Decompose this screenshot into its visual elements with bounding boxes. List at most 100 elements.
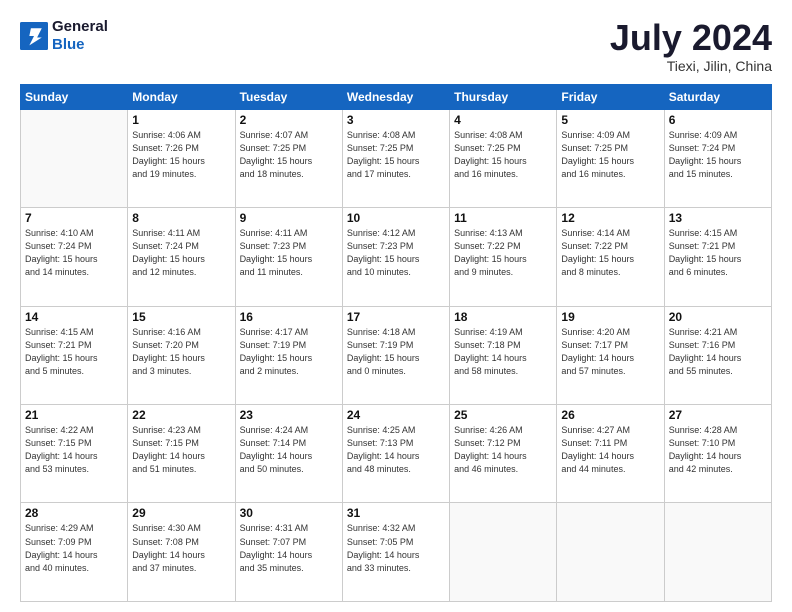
day-info: Sunrise: 4:31 AMSunset: 7:07 PMDaylight:… <box>240 522 338 574</box>
page: General Blue July 2024 Tiexi, Jilin, Chi… <box>0 0 792 612</box>
calendar-cell: 15 Sunrise: 4:16 AMSunset: 7:20 PMDayligh… <box>128 306 235 404</box>
weekday-header-cell: Sunday <box>21 84 128 109</box>
day-info: Sunrise: 4:29 AMSunset: 7:09 PMDaylight:… <box>25 522 123 574</box>
day-number: 22 <box>132 408 230 422</box>
day-number: 27 <box>669 408 767 422</box>
calendar-cell: 3 Sunrise: 4:08 AMSunset: 7:25 PMDaylight… <box>342 109 449 207</box>
calendar-cell: 30 Sunrise: 4:31 AMSunset: 7:07 PMDayligh… <box>235 503 342 602</box>
calendar-row: 1 Sunrise: 4:06 AMSunset: 7:26 PMDaylight… <box>21 109 772 207</box>
day-number: 30 <box>240 506 338 520</box>
day-number: 19 <box>561 310 659 324</box>
day-number: 29 <box>132 506 230 520</box>
day-number: 2 <box>240 113 338 127</box>
calendar-cell: 2 Sunrise: 4:07 AMSunset: 7:25 PMDaylight… <box>235 109 342 207</box>
day-info: Sunrise: 4:28 AMSunset: 7:10 PMDaylight:… <box>669 424 767 476</box>
calendar-cell: 31 Sunrise: 4:32 AMSunset: 7:05 PMDayligh… <box>342 503 449 602</box>
calendar-cell: 6 Sunrise: 4:09 AMSunset: 7:24 PMDaylight… <box>664 109 771 207</box>
day-number: 8 <box>132 211 230 225</box>
day-number: 18 <box>454 310 552 324</box>
calendar-cell: 9 Sunrise: 4:11 AMSunset: 7:23 PMDaylight… <box>235 208 342 306</box>
day-number: 15 <box>132 310 230 324</box>
calendar-cell: 4 Sunrise: 4:08 AMSunset: 7:25 PMDaylight… <box>450 109 557 207</box>
calendar-row: 7Sunrise: 4:10 AMSunset: 7:24 PMDaylight… <box>21 208 772 306</box>
day-info: Sunrise: 4:12 AMSunset: 7:23 PMDaylight:… <box>347 227 445 279</box>
calendar-cell: 20 Sunrise: 4:21 AMSunset: 7:16 PMDayligh… <box>664 306 771 404</box>
day-info: Sunrise: 4:25 AMSunset: 7:13 PMDaylight:… <box>347 424 445 476</box>
day-number: 26 <box>561 408 659 422</box>
day-info: Sunrise: 4:14 AMSunset: 7:22 PMDaylight:… <box>561 227 659 279</box>
weekday-header-cell: Saturday <box>664 84 771 109</box>
day-info: Sunrise: 4:11 AMSunset: 7:23 PMDaylight:… <box>240 227 338 279</box>
day-number: 12 <box>561 211 659 225</box>
calendar-row: 21Sunrise: 4:22 AMSunset: 7:15 PMDayligh… <box>21 405 772 503</box>
day-number: 6 <box>669 113 767 127</box>
calendar-cell: 18 Sunrise: 4:19 AMSunset: 7:18 PMDayligh… <box>450 306 557 404</box>
logo: General Blue <box>20 18 108 54</box>
calendar-cell: 21Sunrise: 4:22 AMSunset: 7:15 PMDayligh… <box>21 405 128 503</box>
calendar-cell: 16Sunrise: 4:17 AMSunset: 7:19 PMDayligh… <box>235 306 342 404</box>
day-info: Sunrise: 4:13 AMSunset: 7:22 PMDaylight:… <box>454 227 552 279</box>
calendar-cell: 8 Sunrise: 4:11 AMSunset: 7:24 PMDaylight… <box>128 208 235 306</box>
location: Tiexi, Jilin, China <box>610 58 772 74</box>
day-number: 9 <box>240 211 338 225</box>
day-number: 7 <box>25 211 123 225</box>
calendar-row: 28 Sunrise: 4:29 AMSunset: 7:09 PMDayligh… <box>21 503 772 602</box>
day-number: 14 <box>25 310 123 324</box>
day-number: 1 <box>132 113 230 127</box>
logo-icon <box>20 22 48 50</box>
calendar-cell <box>664 503 771 602</box>
calendar-cell: 10 Sunrise: 4:12 AMSunset: 7:23 PMDayligh… <box>342 208 449 306</box>
day-info: Sunrise: 4:15 AMSunset: 7:21 PMDaylight:… <box>25 326 123 378</box>
calendar-cell: 25 Sunrise: 4:26 AMSunset: 7:12 PMDayligh… <box>450 405 557 503</box>
calendar-cell <box>21 109 128 207</box>
day-number: 13 <box>669 211 767 225</box>
day-info: Sunrise: 4:18 AMSunset: 7:19 PMDaylight:… <box>347 326 445 378</box>
header: General Blue July 2024 Tiexi, Jilin, Chi… <box>20 18 772 74</box>
day-info: Sunrise: 4:08 AMSunset: 7:25 PMDaylight:… <box>454 129 552 181</box>
calendar-table: SundayMondayTuesdayWednesdayThursdayFrid… <box>20 84 772 602</box>
calendar-cell: 28 Sunrise: 4:29 AMSunset: 7:09 PMDayligh… <box>21 503 128 602</box>
day-number: 28 <box>25 506 123 520</box>
day-info: Sunrise: 4:32 AMSunset: 7:05 PMDaylight:… <box>347 522 445 574</box>
day-number: 31 <box>347 506 445 520</box>
day-info: Sunrise: 4:11 AMSunset: 7:24 PMDaylight:… <box>132 227 230 279</box>
day-info: Sunrise: 4:23 AMSunset: 7:15 PMDaylight:… <box>132 424 230 476</box>
calendar-cell: 19 Sunrise: 4:20 AMSunset: 7:17 PMDayligh… <box>557 306 664 404</box>
day-info: Sunrise: 4:16 AMSunset: 7:20 PMDaylight:… <box>132 326 230 378</box>
weekday-header-cell: Thursday <box>450 84 557 109</box>
day-number: 5 <box>561 113 659 127</box>
calendar-cell: 22 Sunrise: 4:23 AMSunset: 7:15 PMDayligh… <box>128 405 235 503</box>
day-number: 16 <box>240 310 338 324</box>
day-info: Sunrise: 4:30 AMSunset: 7:08 PMDaylight:… <box>132 522 230 574</box>
day-number: 21 <box>25 408 123 422</box>
day-number: 10 <box>347 211 445 225</box>
weekday-header-cell: Wednesday <box>342 84 449 109</box>
calendar-cell: 27 Sunrise: 4:28 AMSunset: 7:10 PMDayligh… <box>664 405 771 503</box>
calendar-cell: 12 Sunrise: 4:14 AMSunset: 7:22 PMDayligh… <box>557 208 664 306</box>
weekday-header-cell: Friday <box>557 84 664 109</box>
calendar-cell <box>450 503 557 602</box>
day-info: Sunrise: 4:06 AMSunset: 7:26 PMDaylight:… <box>132 129 230 181</box>
calendar-cell: 24Sunrise: 4:25 AMSunset: 7:13 PMDayligh… <box>342 405 449 503</box>
day-number: 4 <box>454 113 552 127</box>
day-info: Sunrise: 4:09 AMSunset: 7:25 PMDaylight:… <box>561 129 659 181</box>
day-info: Sunrise: 4:19 AMSunset: 7:18 PMDaylight:… <box>454 326 552 378</box>
day-number: 17 <box>347 310 445 324</box>
day-info: Sunrise: 4:21 AMSunset: 7:16 PMDaylight:… <box>669 326 767 378</box>
weekday-header-cell: Tuesday <box>235 84 342 109</box>
day-info: Sunrise: 4:26 AMSunset: 7:12 PMDaylight:… <box>454 424 552 476</box>
day-info: Sunrise: 4:09 AMSunset: 7:24 PMDaylight:… <box>669 129 767 181</box>
calendar-cell: 26Sunrise: 4:27 AMSunset: 7:11 PMDayligh… <box>557 405 664 503</box>
day-info: Sunrise: 4:24 AMSunset: 7:14 PMDaylight:… <box>240 424 338 476</box>
day-number: 25 <box>454 408 552 422</box>
day-info: Sunrise: 4:07 AMSunset: 7:25 PMDaylight:… <box>240 129 338 181</box>
calendar-cell: 13Sunrise: 4:15 AMSunset: 7:21 PMDayligh… <box>664 208 771 306</box>
calendar-cell: 7Sunrise: 4:10 AMSunset: 7:24 PMDaylight… <box>21 208 128 306</box>
calendar-cell: 11 Sunrise: 4:13 AMSunset: 7:22 PMDayligh… <box>450 208 557 306</box>
day-info: Sunrise: 4:20 AMSunset: 7:17 PMDaylight:… <box>561 326 659 378</box>
day-info: Sunrise: 4:08 AMSunset: 7:25 PMDaylight:… <box>347 129 445 181</box>
calendar-cell: 17 Sunrise: 4:18 AMSunset: 7:19 PMDayligh… <box>342 306 449 404</box>
day-number: 11 <box>454 211 552 225</box>
day-number: 3 <box>347 113 445 127</box>
day-number: 20 <box>669 310 767 324</box>
